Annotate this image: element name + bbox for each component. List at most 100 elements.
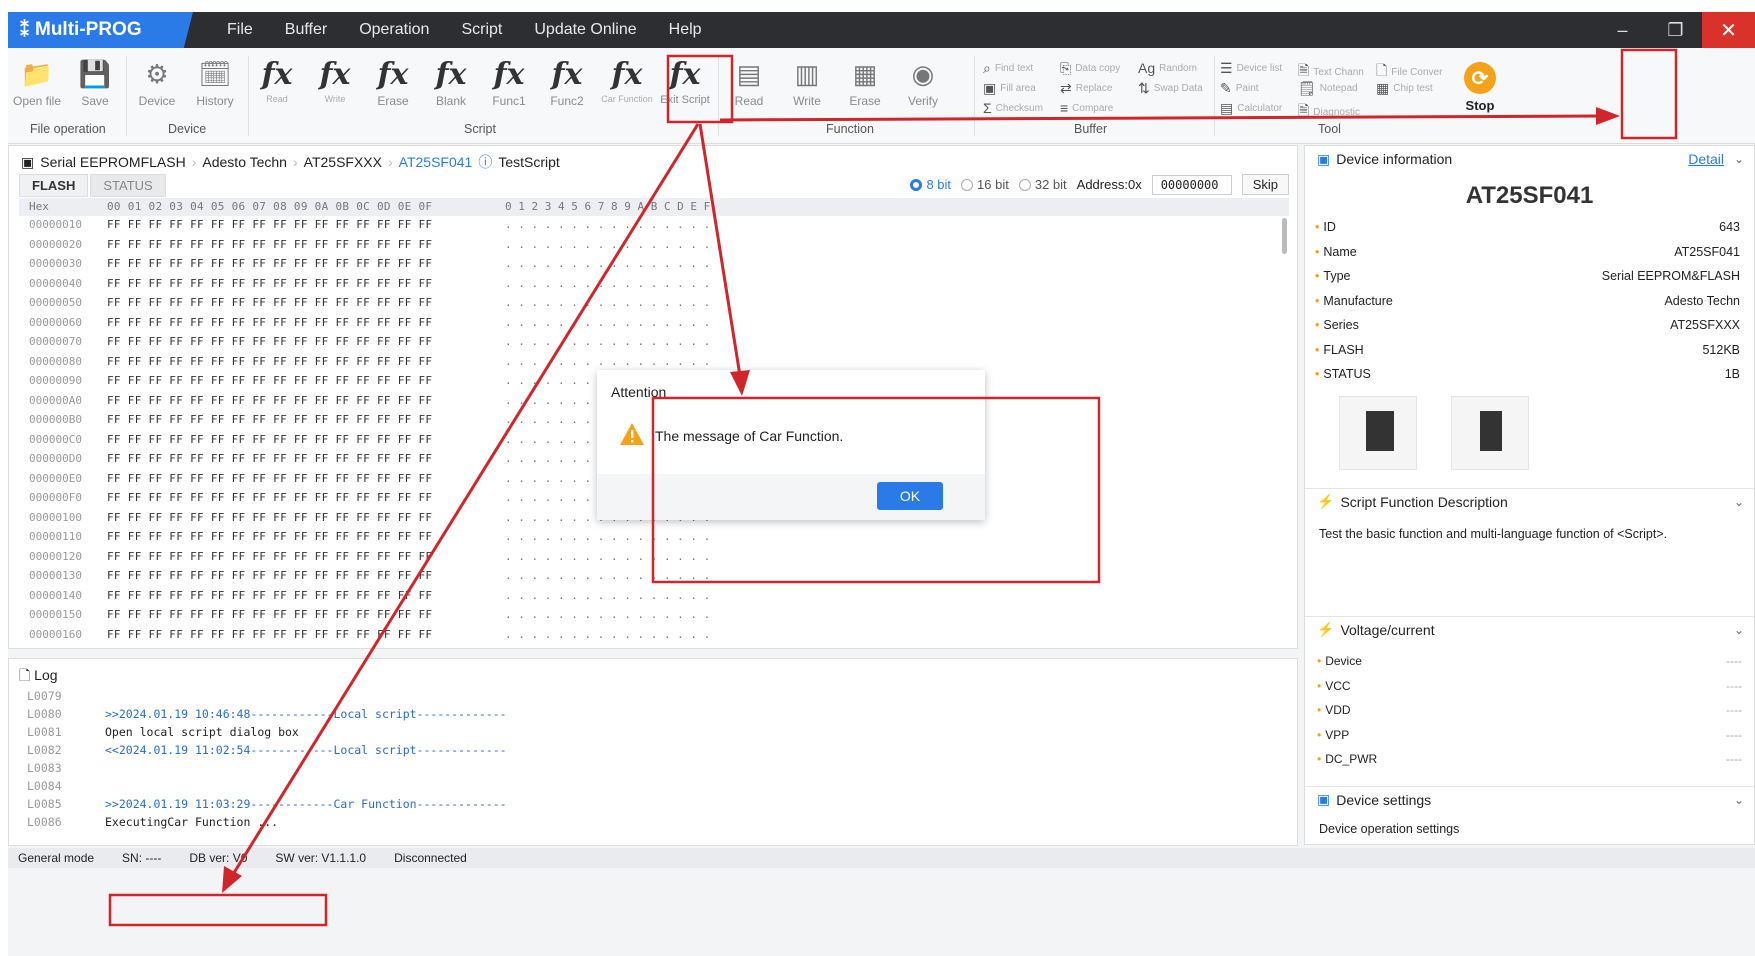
- fx-icon: fx: [493, 56, 525, 92]
- radio-8bit[interactable]: 8 bit: [910, 177, 951, 192]
- document-icon: 🗋: [19, 667, 35, 683]
- menu-help[interactable]: Help: [653, 21, 718, 39]
- buffer-tabs: FLASH STATUS: [19, 174, 168, 197]
- info-icon[interactable]: ⓘ: [478, 152, 492, 172]
- divider: [1214, 56, 1215, 136]
- hex-row: 00000130 FF FF FF FF FF FF FF FF FF FF FF…: [29, 569, 711, 582]
- open-file-button[interactable]: 📁 Open file: [8, 54, 66, 109]
- data-copy-button[interactable]: ⎘ Data copy: [1060, 60, 1120, 77]
- checksum-button[interactable]: Σ Checksum: [983, 100, 1043, 116]
- log-line: L0079: [27, 689, 62, 703]
- script-desc-text: Test the basic function and multi-langua…: [1319, 527, 1668, 541]
- hex-row: 00000160 FF FF FF FF FF FF FF FF FF FF FF…: [29, 627, 711, 641]
- menu-file[interactable]: File: [211, 21, 269, 39]
- menu-bar: File Buffer Operation Script Update Onli…: [211, 21, 718, 39]
- history-button[interactable]: 🗓 History: [186, 54, 244, 109]
- chip-test-button[interactable]: ▦ Chip test: [1376, 80, 1433, 97]
- log-line: L0084: [27, 779, 62, 793]
- folder-icon: 📁: [20, 58, 54, 89]
- script-erase-button[interactable]: fx Erase: [364, 54, 422, 109]
- close-button[interactable]: ✕: [1702, 12, 1755, 48]
- app-logo: ⁑ Multi-PROG: [8, 12, 193, 48]
- hex-row: 00000120 FF FF FF FF FF FF FF FF FF FF FF…: [29, 549, 711, 563]
- status-mode: General mode: [18, 851, 95, 865]
- fx-icon: fx: [551, 56, 583, 92]
- log-line: L0081 Open local script dialog box: [27, 725, 299, 739]
- find-text-button[interactable]: ⌕ Find text: [983, 60, 1033, 77]
- random-button[interactable]: Ag Random: [1138, 60, 1197, 76]
- save-button[interactable]: 💾 Save: [66, 54, 124, 109]
- script-blank-button[interactable]: fx Blank: [422, 54, 480, 109]
- skip-button[interactable]: Skip: [1241, 174, 1289, 195]
- car-function-button[interactable]: fx Car Function: [598, 54, 656, 105]
- log-line: L0083: [27, 761, 62, 775]
- radio-32bit[interactable]: 32 bit: [1018, 177, 1067, 192]
- fill-area-button[interactable]: ▣ Fill area: [983, 80, 1036, 97]
- function-write-button[interactable]: ▥ Write: [778, 54, 836, 109]
- crumb-category[interactable]: Serial EEPROMFLASH: [40, 154, 185, 170]
- status-db: DB ver: V0: [189, 851, 248, 865]
- ribbon-toolbar: 📁 Open file 💾 Save File operation ⚙ Device …: [8, 48, 1755, 144]
- script-write-button[interactable]: fx Write: [306, 54, 364, 105]
- script-func1-button[interactable]: fx Func1: [480, 54, 538, 109]
- ok-button[interactable]: OK: [877, 482, 943, 510]
- calculator-icon: ▤: [1220, 100, 1234, 116]
- compare-button[interactable]: ≡ Compare: [1060, 100, 1113, 116]
- divider: [718, 56, 719, 136]
- search-icon: ⌕: [983, 60, 991, 76]
- menu-operation[interactable]: Operation: [343, 21, 445, 39]
- voltage-row: VCC----: [1317, 679, 1742, 693]
- function-verify-button[interactable]: ◉ Verify: [894, 54, 952, 109]
- menu-update-online[interactable]: Update Online: [518, 21, 652, 39]
- notepad-button[interactable]: 🗒 Notepad: [1298, 80, 1358, 97]
- sigma-icon: Σ: [983, 100, 992, 116]
- menu-buffer[interactable]: Buffer: [269, 21, 343, 39]
- device-image-2: [1451, 396, 1529, 470]
- device-image-1: [1339, 396, 1417, 470]
- device-list-button[interactable]: ☰ Device list: [1220, 60, 1282, 77]
- crumb-script: TestScript: [498, 154, 560, 170]
- fx-exit-icon: fx: [669, 56, 701, 92]
- write-icon: ▥: [794, 58, 820, 89]
- chevron-down-icon[interactable]: ⌄: [1734, 623, 1744, 637]
- chevron-down-icon[interactable]: ⌄: [1734, 152, 1744, 166]
- exit-script-button[interactable]: fx Exit Script: [656, 54, 714, 107]
- crumb-series[interactable]: AT25SFXXX: [304, 154, 382, 170]
- diagnostic-button[interactable]: 🗎 Diagnostic: [1298, 100, 1360, 124]
- chevron-down-icon[interactable]: ⌄: [1734, 793, 1744, 807]
- stop-button[interactable]: ⟳ Stop: [1456, 58, 1504, 113]
- crumb-manufacturer[interactable]: Adesto Techn: [202, 154, 287, 170]
- group-buffer: Buffer: [1074, 122, 1108, 136]
- lightning-icon: ⚡: [1317, 493, 1335, 509]
- menu-script[interactable]: Script: [445, 21, 518, 39]
- window-controls: – ❐ ✕: [1596, 12, 1755, 48]
- replace-button[interactable]: ⇄ Replace: [1060, 80, 1112, 97]
- paint-button[interactable]: ✎ Paint: [1220, 80, 1259, 97]
- hex-scrollbar[interactable]: [1282, 218, 1287, 254]
- calculator-button[interactable]: ▤ Calculator: [1220, 100, 1282, 117]
- dialog-title: Attention: [611, 384, 667, 400]
- address-input[interactable]: 00000000: [1151, 174, 1232, 195]
- fx-icon: fx: [319, 56, 351, 92]
- restore-button[interactable]: ❐: [1649, 12, 1702, 48]
- tab-status[interactable]: STATUS: [90, 174, 166, 197]
- random-icon: Ag: [1138, 60, 1156, 76]
- list-icon: ☰: [1220, 60, 1233, 76]
- swap-data-button[interactable]: ⇅ Swap Data: [1138, 80, 1203, 97]
- chevron-down-icon[interactable]: ⌄: [1734, 495, 1744, 509]
- device-prop: NameAT25SF041: [1315, 245, 1740, 259]
- detail-link[interactable]: Detail: [1688, 151, 1724, 167]
- minimize-button[interactable]: –: [1596, 12, 1649, 48]
- device-button[interactable]: ⚙ Device: [128, 54, 186, 109]
- crumb-device[interactable]: AT25SF041: [399, 154, 473, 170]
- status-connection: Disconnected: [394, 851, 467, 865]
- radio-16bit[interactable]: 16 bit: [961, 177, 1009, 192]
- tab-flash[interactable]: FLASH: [19, 174, 89, 197]
- script-func2-button[interactable]: fx Func2: [538, 54, 596, 109]
- script-read-button[interactable]: fx Read: [248, 54, 306, 105]
- hex-row: 00000030 FF FF FF FF FF FF FF FF FF FF FF…: [29, 257, 711, 270]
- function-erase-button[interactable]: ▦ Erase: [836, 54, 894, 109]
- function-read-button[interactable]: ▤ Read: [720, 54, 778, 109]
- device-info-header: ▣ Device information Detail ⌄: [1317, 150, 1744, 168]
- device-prop: STATUS1B: [1315, 367, 1740, 381]
